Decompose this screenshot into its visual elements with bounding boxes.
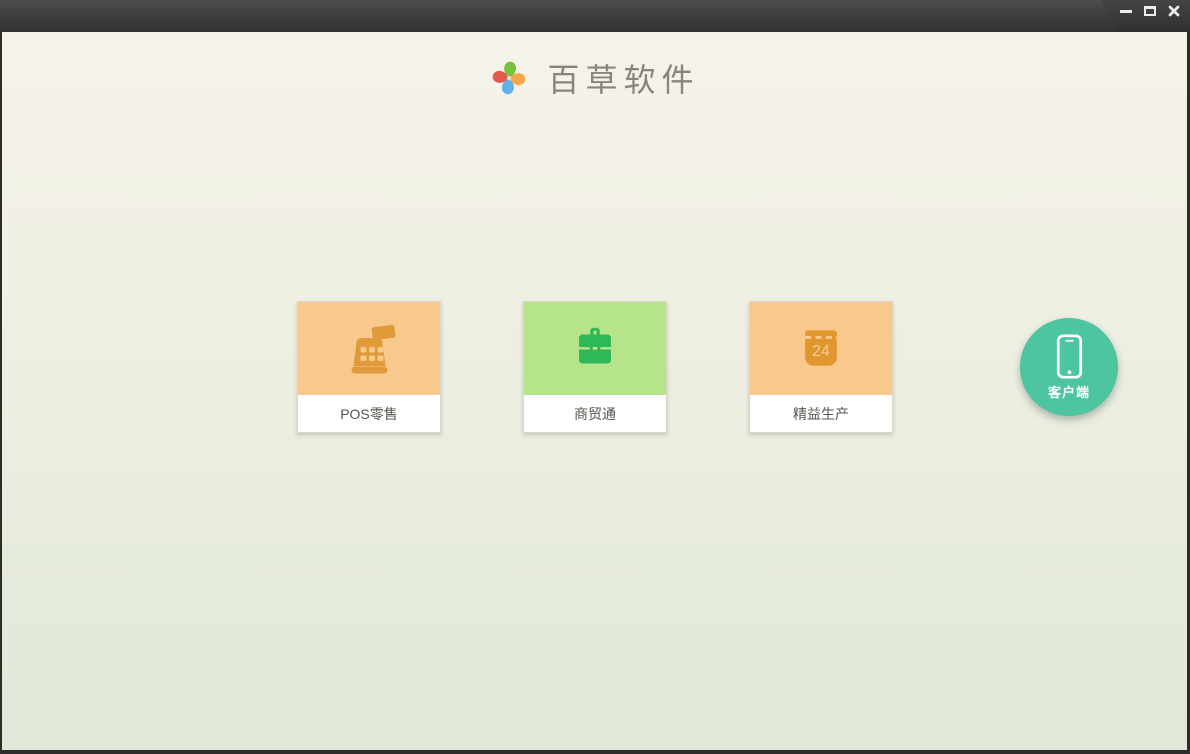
product-tile-lean-production: 24 <box>750 302 892 395</box>
product-tile-trade <box>524 302 666 395</box>
minimize-button[interactable] <box>1119 3 1133 19</box>
product-label-lean-production: 精益生产 <box>750 395 892 432</box>
product-card-trade[interactable]: 商贸通 <box>523 301 667 433</box>
minimize-icon <box>1120 9 1132 13</box>
close-icon <box>1168 5 1180 17</box>
pinwheel-logo-icon <box>491 60 528 96</box>
maximize-icon <box>1144 6 1156 16</box>
cash-register-icon <box>351 324 396 373</box>
product-card-pos-retail[interactable]: POS零售 <box>297 301 441 433</box>
main-content: 百草软件 POS零售 商贸通 24 精益生产 客户端 <box>0 32 1190 754</box>
calendar-icon: 24 <box>805 329 837 366</box>
product-label-trade: 商贸通 <box>524 395 666 432</box>
calendar-day-number: 24 <box>812 343 830 360</box>
app-name: 百草软件 <box>547 62 700 98</box>
smartphone-icon <box>1056 333 1082 379</box>
brand: 百草软件 <box>2 56 1187 100</box>
product-card-lean-production[interactable]: 24 精益生产 <box>749 301 893 433</box>
product-tile-pos-retail <box>298 302 440 395</box>
maximize-button[interactable] <box>1143 3 1157 19</box>
app-window: 百草软件 POS零售 商贸通 24 精益生产 客户端 <box>0 0 1190 754</box>
close-button[interactable] <box>1167 3 1181 19</box>
client-button-label: 客户端 <box>1047 384 1090 400</box>
product-label-pos-retail: POS零售 <box>298 395 440 432</box>
briefcase-icon <box>579 327 611 363</box>
window-controls <box>1119 3 1181 19</box>
title-bar <box>0 0 1190 32</box>
client-button[interactable]: 客户端 <box>1020 318 1118 416</box>
